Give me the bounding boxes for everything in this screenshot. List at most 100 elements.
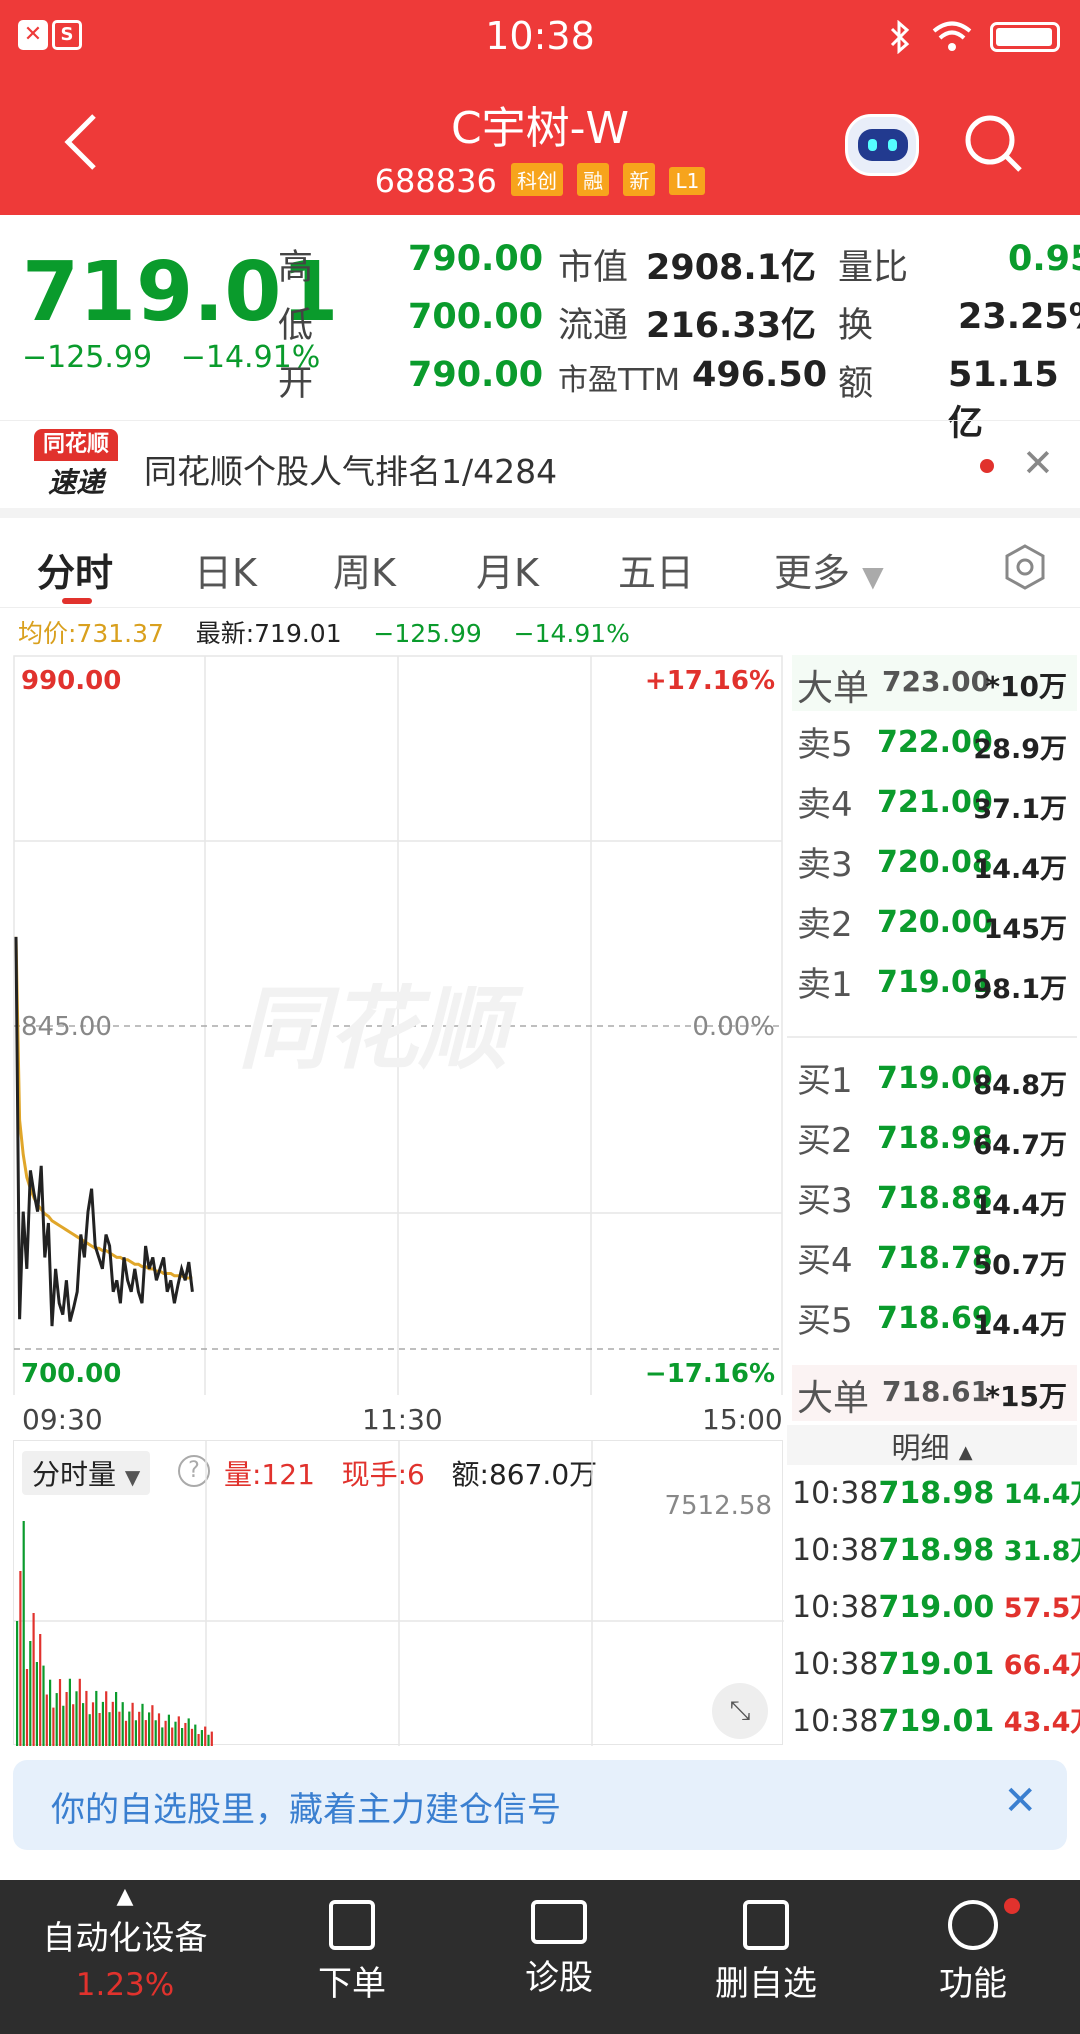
volume-bar — [134, 1720, 137, 1746]
volume-panel: 分时量 ▼ ? 量:121 现手:6 额:867.0万 7512.58 ⤡ — [13, 1440, 784, 1746]
buy-row-2: 买2 718.98 64.7万 — [797, 1121, 1067, 1161]
mcap-label: 市值 — [558, 248, 629, 288]
volume-bar — [39, 1634, 42, 1746]
triangle-up-icon: ▲ — [958, 1442, 973, 1463]
volume-bar — [177, 1716, 180, 1746]
volume-bar — [88, 1714, 91, 1746]
quote-panel: 719.01 −125.99 −14.91% 高 790.00 低 700.00… — [0, 215, 1080, 444]
latest-price: 最新:719.01 — [195, 619, 342, 648]
mcap-value: 2908.1亿 — [646, 248, 817, 288]
volume-bar — [131, 1702, 134, 1746]
volume-bar — [161, 1727, 164, 1746]
order-book: 大单 723.00 *10万 大单 718.61 *15万 卖5 722.00 28… — [787, 655, 1077, 1421]
float-label: 流通 — [558, 306, 629, 346]
volume-bar — [65, 1692, 68, 1746]
pe-value: 496.50 — [692, 355, 828, 395]
amount-label: 额 — [838, 364, 874, 404]
tab-five-day[interactable]: 五日 — [618, 542, 694, 597]
status-time: 10:38 — [485, 14, 595, 58]
volume-bar — [95, 1690, 98, 1746]
stock-code-row: 688836 科创 融 新 L1 — [0, 162, 1080, 200]
volume-bar — [52, 1707, 55, 1746]
trade-detail-row: 10:38719.00 57.5万 — [792, 1590, 1080, 1625]
settings-hexagon-icon[interactable] — [1000, 542, 1050, 592]
volume-bar — [115, 1692, 118, 1746]
intraday-chart[interactable]: 同花顺 990.00 +17.16% 845.00 0.00% 700.00 −… — [13, 655, 783, 1621]
buy-row-5: 买5 718.69 14.4万 — [797, 1301, 1067, 1341]
open-value: 790.00 — [408, 355, 544, 395]
order-button[interactable]: 下单 — [252, 1900, 452, 2005]
popularity-banner[interactable]: 同花顺 速递 同花顺个股人气排名1/4284 ✕ — [0, 420, 1080, 518]
volume-bar — [171, 1727, 174, 1746]
bottom-nav: ▲ 自动化设备 1.23% 下单 诊股 删自选 功能 — [0, 1880, 1080, 2034]
volume-bar — [32, 1613, 35, 1746]
tab-monthly-k[interactable]: 月K — [476, 542, 539, 597]
unread-dot-icon — [980, 459, 994, 473]
volume-bar — [184, 1722, 187, 1746]
float-value: 216.33亿 — [646, 306, 817, 346]
tonghuashun-logo: 同花顺 速递 — [34, 429, 118, 501]
big-buy-row: 大单 718.61 *15万 — [792, 1365, 1077, 1421]
watermark-text: 同花顺 — [238, 977, 524, 1082]
volume-bar — [138, 1711, 141, 1746]
triangle-up-icon: ▲ — [116, 1884, 134, 1909]
tab-daily-k[interactable]: 日K — [194, 542, 257, 597]
volume-bar — [78, 1678, 81, 1746]
volume-bar — [200, 1730, 203, 1746]
remove-watchlist-button[interactable]: 删自选 — [666, 1900, 866, 2005]
volume-bar — [207, 1734, 210, 1746]
notification-dot-icon — [1004, 1898, 1020, 1914]
diagnose-button[interactable]: 诊股 — [459, 1900, 659, 1999]
volume-bar — [187, 1718, 190, 1746]
search-icon[interactable] — [962, 112, 1026, 176]
sell-row-4: 卖4 721.00 37.1万 — [797, 785, 1067, 825]
volume-bar — [157, 1713, 161, 1746]
volume-bar — [19, 1571, 22, 1746]
volume-bar — [151, 1705, 154, 1746]
status-bar: ✕ S 10:38 — [0, 0, 1080, 72]
tab-weekly-k[interactable]: 周K — [333, 542, 396, 597]
tab-intraday[interactable]: 分时 — [37, 542, 113, 597]
volume-bar — [197, 1734, 200, 1746]
fullscreen-icon[interactable]: ⤡ — [712, 1683, 768, 1739]
volume-bar — [22, 1521, 25, 1746]
volume-bar — [35, 1662, 38, 1746]
chart-tabs: 分时 日K 周K 月K 五日 更多 ▼ — [0, 528, 1080, 608]
alert-text: 你的自选股里，藏着主力建仓信号 — [51, 1790, 561, 1830]
detail-tab[interactable]: 明细 ▲ — [787, 1425, 1077, 1465]
volume-bar — [25, 1669, 29, 1746]
volume-bar — [210, 1731, 213, 1746]
sector-item[interactable]: ▲ 自动化设备 1.23% — [0, 1880, 250, 2034]
turnover-value: 23.25% — [958, 297, 1080, 337]
volume-bar — [98, 1713, 101, 1746]
volume-bar — [121, 1702, 124, 1746]
alert-close-icon[interactable]: ✕ — [1003, 1778, 1037, 1824]
bluetooth-icon — [890, 20, 910, 54]
promo-alert[interactable]: 你的自选股里，藏着主力建仓信号 ✕ — [13, 1760, 1067, 1850]
tag-l1: L1 — [669, 167, 706, 195]
volume-bar — [118, 1711, 121, 1746]
volume-bar — [49, 1679, 52, 1746]
time-label-open: 09:30 — [22, 1403, 103, 1436]
volume-bar — [190, 1728, 194, 1746]
robot-assistant-icon[interactable] — [845, 114, 919, 176]
banner-text: 同花顺个股人气排名1/4284 — [144, 452, 558, 491]
trade-detail-row: 10:38719.01 43.4万 — [792, 1704, 1080, 1739]
volume-bars — [14, 1441, 784, 1746]
pe-label: 市盈TTM — [558, 363, 681, 398]
volume-bar — [141, 1703, 144, 1746]
volume-bar — [111, 1701, 114, 1746]
volume-bar — [124, 1720, 128, 1746]
volume-bar — [164, 1720, 167, 1746]
functions-button[interactable]: 功能 — [873, 1900, 1073, 2005]
tab-more[interactable]: 更多 ▼ — [774, 542, 884, 597]
banner-close-icon[interactable]: ✕ — [1022, 441, 1054, 485]
volume-ratio-value: 0.95 — [1008, 239, 1080, 279]
volume-bar — [128, 1711, 131, 1746]
sell-row-5: 卖5 722.00 28.9万 — [797, 725, 1067, 765]
volume-bar — [85, 1690, 88, 1746]
stock-header: C宇树-W 688836 科创 融 新 L1 — [0, 72, 1080, 215]
volume-bar — [154, 1720, 157, 1746]
volume-bar — [42, 1665, 45, 1746]
trade-detail-row: 10:38718.98 14.4万 — [792, 1476, 1080, 1511]
